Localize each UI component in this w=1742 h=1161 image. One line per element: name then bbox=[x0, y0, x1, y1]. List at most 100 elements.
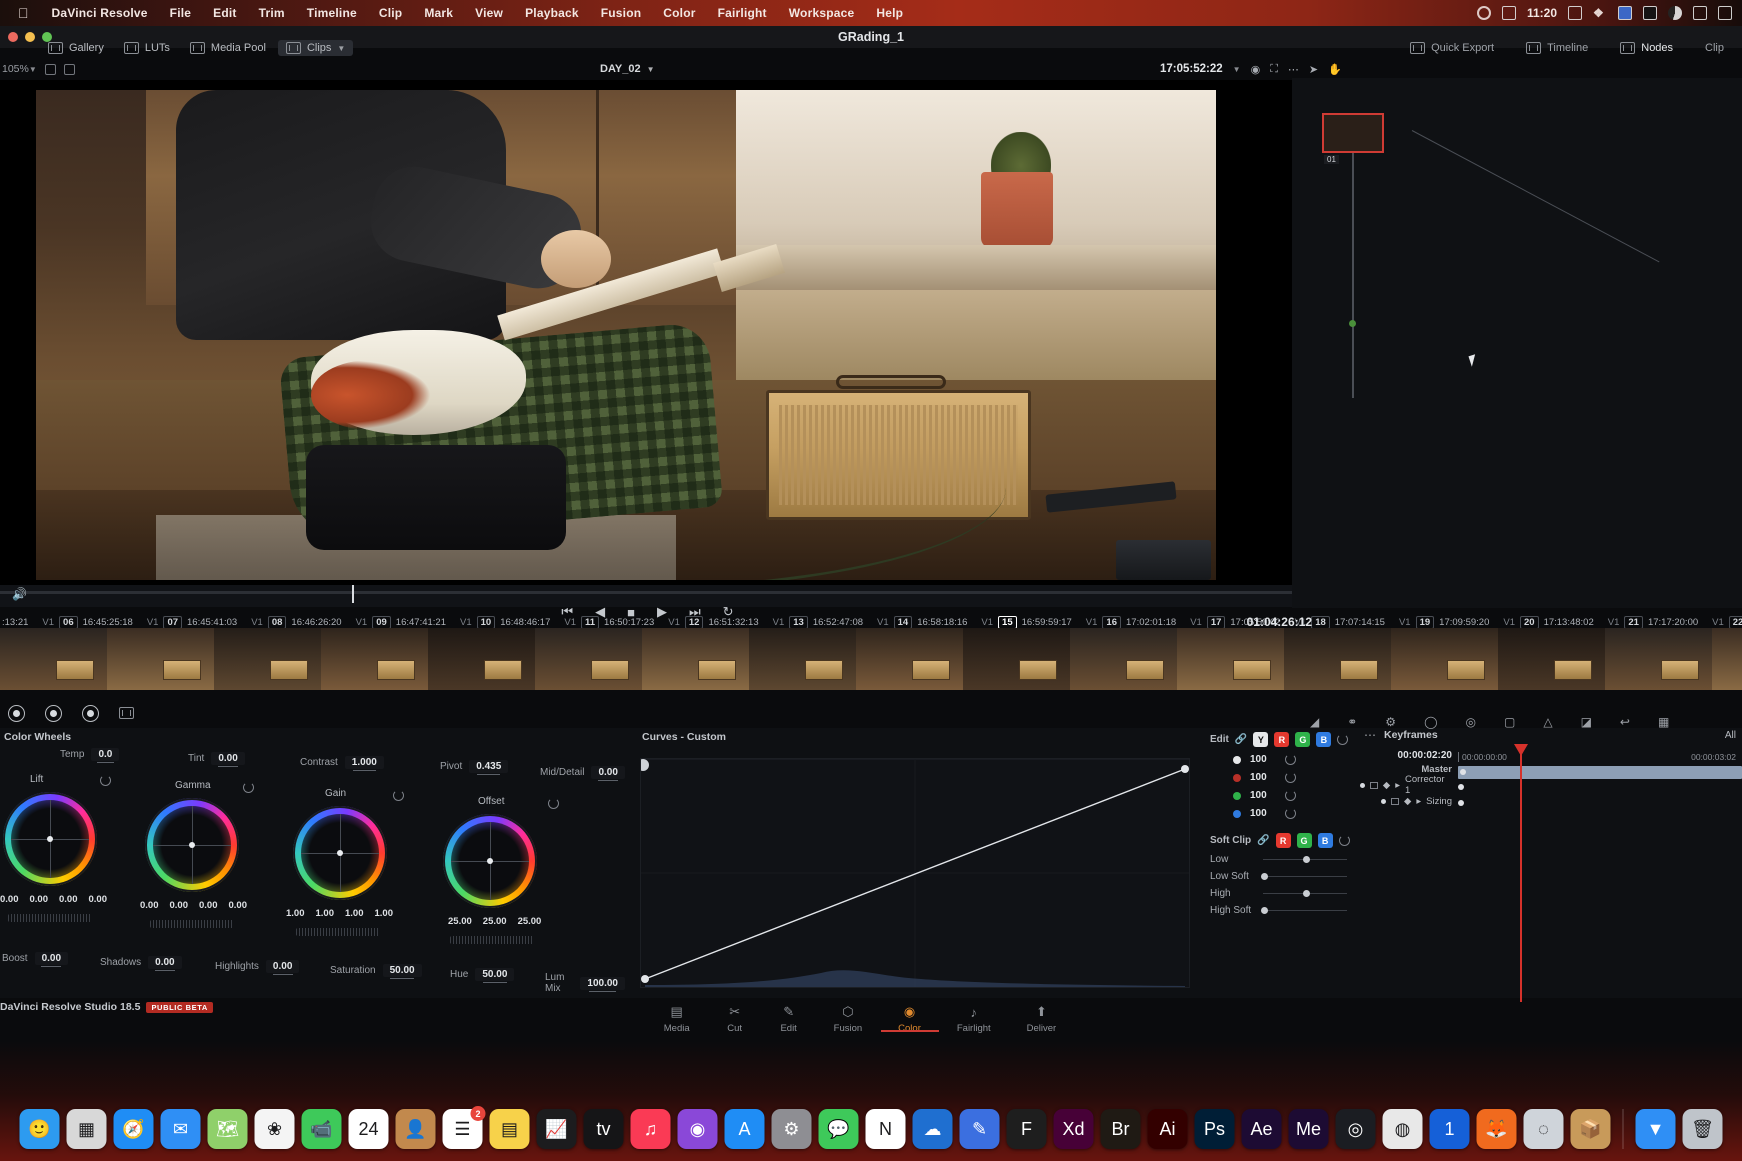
gain-r-value[interactable]: 1.00 bbox=[316, 908, 335, 919]
curve-g-reset-icon[interactable] bbox=[1285, 790, 1296, 801]
master-keyframe-bar[interactable] bbox=[1458, 766, 1742, 779]
temp-value[interactable]: 0.0 bbox=[91, 748, 120, 763]
gamma-auto-balance-icon[interactable] bbox=[270, 782, 281, 793]
sizing-keyframe-dot[interactable] bbox=[1458, 800, 1464, 806]
lift-g-value[interactable]: 0.00 bbox=[59, 894, 78, 905]
viewer-mode-a-icon[interactable] bbox=[44, 63, 56, 75]
dock-item-mail[interactable]: ✉ bbox=[160, 1109, 201, 1149]
timeline-clip-tick[interactable]: V1 09 16:47:41:21 bbox=[356, 615, 446, 629]
dock-item-adobe-xd[interactable]: Xd bbox=[1053, 1109, 1094, 1149]
dock-item-archive-utility[interactable]: 📦 bbox=[1570, 1109, 1611, 1149]
color-wheel-icon[interactable]: ◉ bbox=[1251, 63, 1261, 76]
contrast-value[interactable]: 1.000 bbox=[344, 756, 384, 771]
viewer-zoom-level[interactable]: 105% bbox=[0, 63, 29, 75]
drive-icon[interactable] bbox=[1643, 6, 1657, 20]
menu-item-edit[interactable]: Edit bbox=[202, 6, 247, 20]
offset-r-value[interactable]: 25.00 bbox=[448, 916, 472, 927]
offset-reset-icon[interactable] bbox=[548, 798, 559, 809]
clip-thumbnail[interactable]: Blackmagic RAW bbox=[107, 628, 214, 690]
dock-item-capture-one[interactable]: ◍ bbox=[1382, 1109, 1423, 1149]
clip-number[interactable]: 08 bbox=[267, 615, 287, 629]
clip-flag-icon[interactable] bbox=[8, 704, 25, 722]
gain-reset-icon[interactable] bbox=[393, 790, 404, 801]
lift-y-value[interactable]: 0.00 bbox=[0, 894, 19, 905]
audio-mute-icon[interactable]: 🔊 bbox=[12, 587, 27, 601]
menu-item-help[interactable]: Help bbox=[865, 6, 914, 20]
curve-r-reset-icon[interactable] bbox=[1285, 772, 1296, 783]
link-channels-icon[interactable]: 🔗 bbox=[1235, 734, 1247, 745]
curve-g-value[interactable]: 100 bbox=[1250, 790, 1276, 801]
corrector-expand-icon[interactable]: ▸ bbox=[1395, 780, 1400, 791]
control-center-icon[interactable] bbox=[1718, 6, 1732, 20]
offset-master-slider[interactable] bbox=[450, 936, 534, 944]
dock-item-launchpad[interactable]: ▦ bbox=[66, 1109, 107, 1149]
battery-icon[interactable] bbox=[1501, 6, 1516, 20]
menu-item-fairlight[interactable]: Fairlight bbox=[707, 6, 778, 20]
keyframes-all-label[interactable]: All bbox=[1725, 730, 1742, 741]
dock-item-preview-app[interactable]: ◌ bbox=[1523, 1109, 1564, 1149]
gamma-color-wheel[interactable] bbox=[145, 798, 239, 892]
menu-item-mark[interactable]: Mark bbox=[413, 6, 464, 20]
soft-clip-high-soft-slider[interactable] bbox=[1261, 907, 1347, 914]
display-icon[interactable] bbox=[1693, 6, 1707, 20]
node-corrector-01[interactable]: 01 bbox=[1322, 113, 1384, 164]
timeline-chevron-down-icon[interactable]: ▼ bbox=[647, 65, 655, 74]
clip-number[interactable]: 14 bbox=[893, 615, 913, 629]
dock-item-davinci-resolve[interactable]: ◎ bbox=[1335, 1109, 1376, 1149]
timeline-panel-button[interactable]: Timeline bbox=[1518, 40, 1596, 56]
menu-item-view[interactable]: View bbox=[464, 6, 514, 20]
hand-tool-icon[interactable]: ✋ bbox=[1328, 63, 1342, 76]
tint-value[interactable]: 0.00 bbox=[211, 752, 245, 767]
clip-thumbnail[interactable]: Blackmagic RAW bbox=[1284, 628, 1391, 690]
video-viewer[interactable] bbox=[0, 80, 1295, 585]
scrubber-track[interactable] bbox=[0, 591, 1295, 594]
curve-reset-icon[interactable] bbox=[1337, 734, 1349, 745]
clip-thumbnail[interactable]: Blackmagic RAW bbox=[428, 628, 535, 690]
dock-item-downloads-folder[interactable]: ▼ bbox=[1635, 1109, 1676, 1149]
clip-thumbnail[interactable]: Blackmagic RAW bbox=[1070, 628, 1177, 690]
gallery-button[interactable]: Gallery bbox=[40, 40, 112, 56]
media-pool-button[interactable]: Media Pool bbox=[182, 40, 274, 56]
gamma-b-value[interactable]: 0.00 bbox=[229, 900, 248, 911]
dock-item-one-app[interactable]: 1 bbox=[1429, 1109, 1470, 1149]
saturation-value[interactable]: 50.00 bbox=[382, 964, 422, 979]
clip-number[interactable]: 06 bbox=[59, 615, 78, 629]
dock-item-notion[interactable]: N bbox=[865, 1109, 906, 1149]
dock-item-reminders[interactable]: ☰ 2 bbox=[442, 1106, 486, 1149]
clip-thumbnail[interactable]: Blackmagic RAW bbox=[0, 628, 107, 690]
gain-color-wheel[interactable] bbox=[293, 806, 387, 900]
dock-item-music[interactable]: ♫ bbox=[630, 1109, 671, 1149]
channel-g-button[interactable]: G bbox=[1295, 732, 1311, 747]
clip-number[interactable]: 22 bbox=[1728, 615, 1742, 629]
hue-value[interactable]: 50.00 bbox=[475, 968, 515, 983]
param-hue[interactable]: Hue 50.00 bbox=[450, 968, 515, 983]
keyframes-timecode[interactable]: 00:00:02:20 bbox=[1360, 750, 1458, 761]
clip-number[interactable]: 09 bbox=[372, 615, 391, 629]
channel-r-button[interactable]: R bbox=[1274, 732, 1290, 747]
menu-item-trim[interactable]: Trim bbox=[248, 6, 296, 20]
gamma-y-value[interactable]: 0.00 bbox=[140, 900, 159, 911]
lum-mix-value[interactable]: 100.00 bbox=[580, 976, 625, 992]
clip-thumbnail[interactable]: Blackmagic RAW bbox=[749, 628, 856, 690]
lift-master-slider[interactable] bbox=[8, 914, 92, 922]
offset-b-value[interactable]: 25.00 bbox=[518, 916, 542, 927]
dock-item-adobe-photoshop[interactable]: Ps bbox=[1194, 1109, 1235, 1149]
gamma-reset-icon[interactable] bbox=[243, 782, 254, 793]
dock-item-trash[interactable]: 🗑 bbox=[1682, 1109, 1723, 1149]
menu-bar-clock[interactable]: 11:20 bbox=[1527, 6, 1557, 20]
sizing-tool-icon[interactable]: ↩ bbox=[1620, 715, 1630, 729]
param-pivot[interactable]: Pivot 0.435 bbox=[440, 760, 509, 775]
clip-thumbnail[interactable]: Blackmagic RAW bbox=[321, 628, 428, 690]
node-graph-panel[interactable]: 01 bbox=[1292, 78, 1742, 608]
soft-clip-r-button[interactable]: R bbox=[1275, 833, 1291, 848]
soft-clip-b-button[interactable]: B bbox=[1317, 833, 1333, 848]
timeline-clip-tick[interactable]: V1 20 17:13:48:02 bbox=[1503, 615, 1594, 629]
dock-item-finder[interactable]: 🙂 bbox=[19, 1109, 60, 1149]
chevron-down-icon[interactable]: ▼ bbox=[337, 44, 345, 53]
channel-y-button[interactable]: Y bbox=[1253, 732, 1269, 747]
sizing-diamond-icon[interactable]: ◆ bbox=[1404, 796, 1411, 807]
clip-number[interactable]: 21 bbox=[1624, 615, 1643, 629]
dock-item-notes[interactable]: ▤ bbox=[489, 1109, 530, 1149]
gain-g-value[interactable]: 1.00 bbox=[345, 908, 364, 919]
magic-mask-tool-icon[interactable]: ▢ bbox=[1504, 715, 1515, 729]
